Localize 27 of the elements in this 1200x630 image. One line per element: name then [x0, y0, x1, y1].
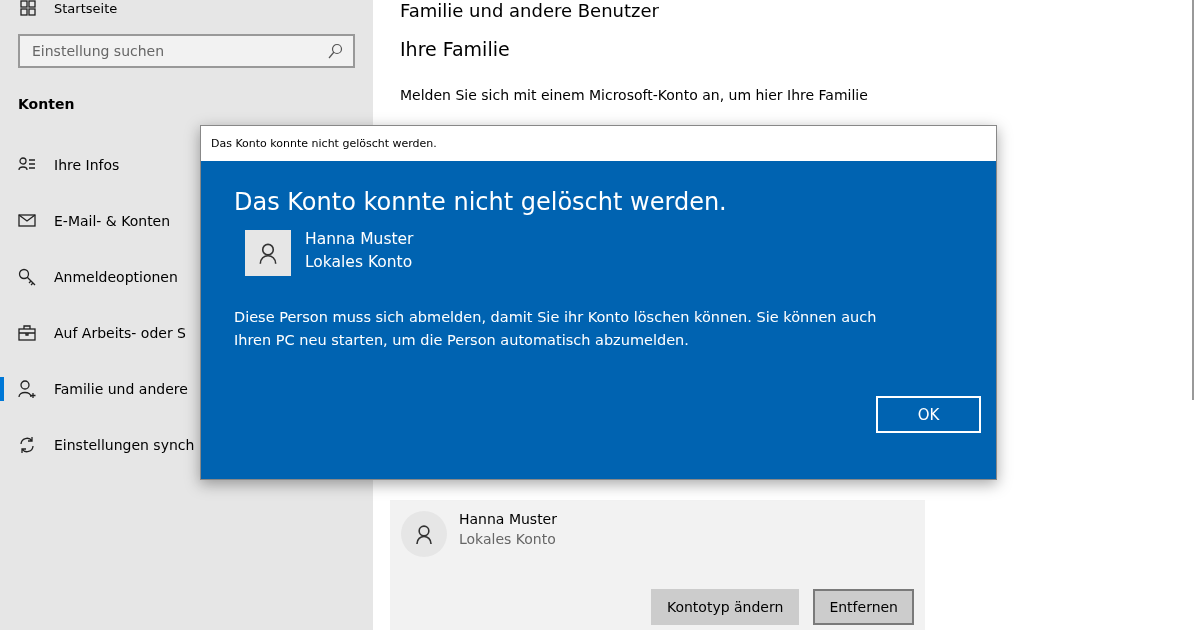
- account-type: Lokales Konto: [459, 531, 557, 547]
- section-heading: Ihre Familie: [400, 38, 511, 60]
- user-name: Hanna Muster: [459, 511, 557, 527]
- envelope-icon: [18, 212, 36, 230]
- briefcase-icon: [18, 324, 36, 342]
- person-add-icon: [18, 380, 36, 398]
- action-button[interactable]: Entfernen: [813, 589, 914, 625]
- search-field[interactable]: Einstellung suchen: [18, 34, 355, 68]
- scrollbar[interactable]: [1192, 0, 1194, 400]
- nav-item[interactable]: Einstellungen synch: [0, 417, 373, 473]
- account-type: Lokales Konto: [305, 253, 414, 271]
- search-icon: [327, 43, 343, 59]
- person-icon: [413, 523, 435, 545]
- key-icon: [18, 268, 36, 286]
- dialog-heading: Das Konto konnte nicht gelöscht werden.: [234, 188, 728, 216]
- home-link[interactable]: Startseite: [0, 0, 373, 16]
- section-heading: Konten: [17, 96, 76, 112]
- page-title: Familie und andere Benutzer: [400, 0, 660, 22]
- home-icon: [20, 0, 36, 16]
- description-text: Melden Sie sich mit einem Microsoft-Konto an, um hier Ihre Familie: [400, 87, 869, 103]
- sync-icon: [18, 436, 36, 454]
- user-name: Hanna Muster: [305, 230, 414, 248]
- nav-item[interactable]: Familie und andere: [0, 361, 373, 417]
- ok-button[interactable]: OK: [876, 396, 981, 433]
- dialog-title-bar: Das Konto konnte nicht gelöscht werden.: [201, 126, 996, 161]
- dialog-message: Diese Person muss sich abmelden, damit Sie ihr Konto löschen können. Sie können auch Ihren PC neu starten, um die Person automatisch abzumelden.: [234, 308, 878, 350]
- action-button[interactable]: Kontotyp ändern: [650, 589, 800, 625]
